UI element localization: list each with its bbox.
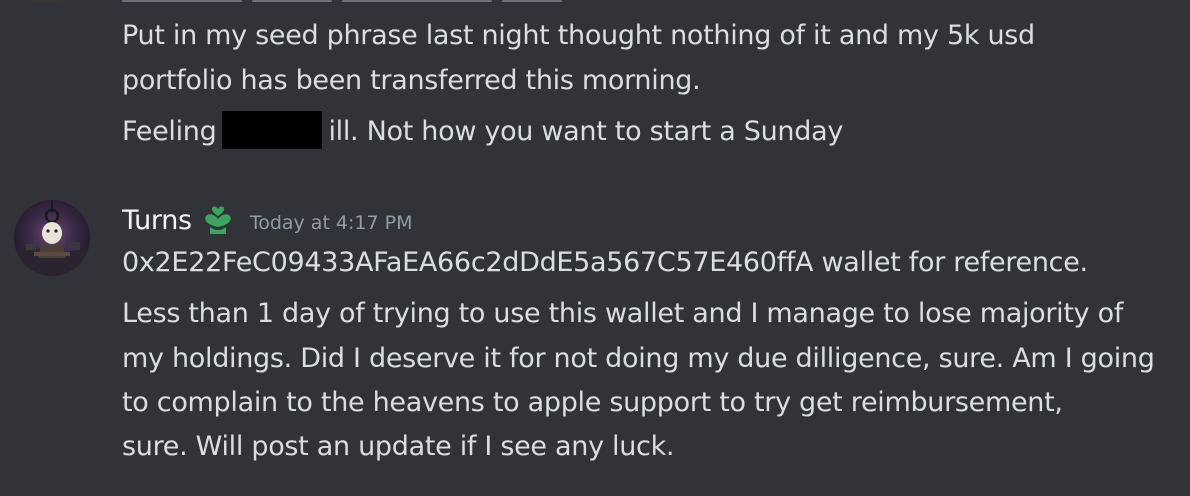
user-avatar[interactable] (14, 200, 90, 276)
message-text-line: portfolio has been transferred this morn… (122, 65, 701, 96)
previous-avatar-fragment (22, 0, 72, 2)
message-header: Turns Today at 4:17 PM (122, 198, 413, 242)
message-text-line: Feeling ill. Not how you want to start a … (122, 110, 843, 154)
cut-off-message-line (122, 0, 722, 2)
message-text-segment: Feeling (122, 116, 217, 147)
username[interactable]: Turns (122, 205, 192, 236)
heart-hands-role-icon[interactable] (198, 203, 238, 237)
message-timestamp[interactable]: Today at 4:17 PM (250, 212, 413, 234)
message-text-line: to complain to the heavens to apple supp… (122, 387, 1063, 418)
wallet-address-line: 0x2E22FeC09433AFaEA66c2dDdE5a567C57E460f… (122, 247, 1088, 278)
message-text-line: my holdings. Did I deserve it for not do… (122, 343, 1155, 374)
message-text-line: Put in my seed phrase last night thought… (122, 20, 1035, 51)
message-text-line: Less than 1 day of trying to use this wa… (122, 298, 1124, 329)
message-text-segment: ill. Not how you want to start a Sunday (328, 116, 844, 147)
message-text-line: sure. Will post an update if I see any l… (122, 431, 675, 462)
avatar-image (14, 200, 90, 276)
redaction-box (222, 111, 323, 149)
